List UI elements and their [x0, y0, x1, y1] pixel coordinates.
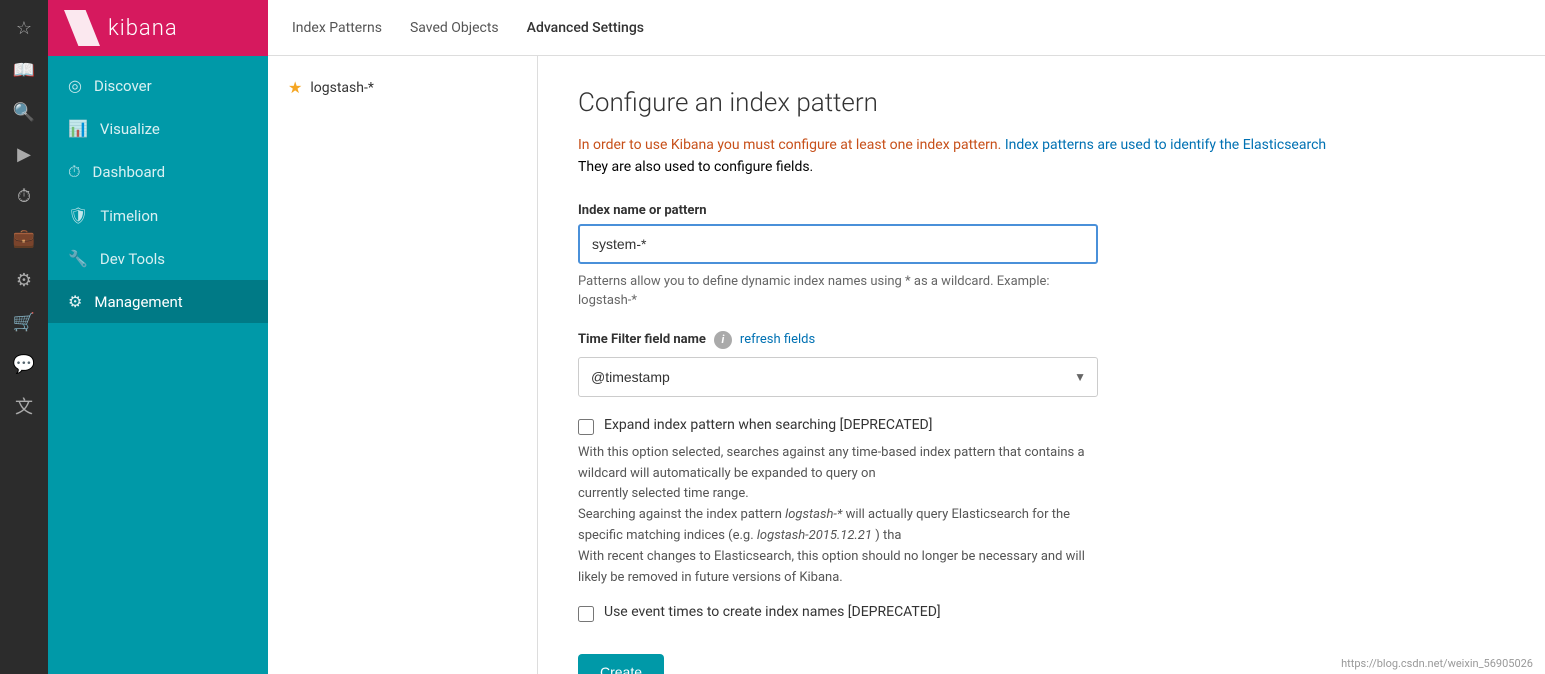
bottom-url: https://blog.csdn.net/weixin_56905026 — [1341, 657, 1533, 670]
index-name-group: Index name or pattern Patterns allow you… — [578, 203, 1098, 311]
expand-desc2: currently selected time range. — [578, 486, 749, 501]
chat-sidebar-icon[interactable]: 💬 — [4, 344, 44, 384]
sidebar-item-timelion[interactable]: 🛡 Timelion — [48, 194, 268, 237]
wildcard-help: Patterns allow you to define dynamic ind… — [578, 272, 1098, 311]
event-times-checkbox-group: Use event times to create index names [D… — [578, 604, 1098, 622]
sidebar-item-management[interactable]: ⚙ Management — [48, 280, 268, 323]
expand-checkbox[interactable] — [578, 419, 594, 435]
index-pattern-logstash[interactable]: ★ logstash-* — [268, 68, 537, 107]
index-name-input[interactable] — [578, 224, 1098, 264]
content-area: Index Patterns Saved Objects Advanced Se… — [268, 0, 1545, 674]
sidebar-item-visualize[interactable]: 📊 Visualize — [48, 107, 268, 150]
expand-italic2: logstash-2015.12.21 — [757, 528, 872, 543]
play-sidebar-icon[interactable]: ▶ — [4, 134, 44, 174]
expand-desc3: Searching against the index pattern — [578, 507, 785, 522]
translate-sidebar-icon[interactable]: 文 — [4, 386, 44, 426]
form-section: Index name or pattern Patterns allow you… — [578, 203, 1098, 674]
devtools-label: Dev Tools — [100, 250, 165, 268]
briefcase-sidebar-icon[interactable]: 💼 — [4, 218, 44, 258]
sidebar-logo: kibana — [48, 0, 268, 56]
refresh-fields-link[interactable]: refresh fields — [740, 332, 815, 347]
timelion-icon: 🛡 — [68, 206, 88, 225]
main-content: ★ logstash-* Configure an index pattern … — [268, 56, 1545, 674]
icon-sidebar: ☆ 📖 🔍 ▶ ⏱ 💼 ⚙ 🛒 💬 文 — [0, 0, 48, 674]
intro-text: In order to use Kibana you must configur… — [578, 134, 1478, 179]
info-icon[interactable]: i — [714, 331, 732, 349]
star-sidebar-icon[interactable]: ☆ — [4, 8, 44, 48]
timelion-label: Timelion — [100, 207, 158, 225]
sidebar-item-devtools[interactable]: 🔧 Dev Tools — [48, 237, 268, 280]
sidebar-nav: ◎ Discover 📊 Visualize ⏱ Dashboard 🛡 Tim… — [48, 56, 268, 323]
expand-desc4: With recent changes to Elasticsearch, th… — [578, 549, 1085, 585]
management-label: Management — [94, 293, 182, 311]
nav-saved-objects[interactable]: Saved Objects — [410, 16, 499, 40]
timestamp-select-wrapper: @timestamp ▼ — [578, 357, 1098, 397]
expand-desc1: With this option selected, searches agai… — [578, 445, 1085, 481]
sidebar-item-discover[interactable]: ◎ Discover — [48, 64, 268, 107]
event-times-checkbox-row: Use event times to create index names [D… — [578, 604, 1098, 622]
discover-label: Discover — [94, 77, 152, 95]
nav-index-patterns[interactable]: Index Patterns — [292, 16, 382, 40]
discover-icon: ◎ — [68, 76, 82, 95]
expand-checkbox-label[interactable]: Expand index pattern when searching [DEP… — [604, 417, 932, 433]
timestamp-select[interactable]: @timestamp — [578, 357, 1098, 397]
event-times-checkbox[interactable] — [578, 606, 594, 622]
visualize-label: Visualize — [100, 120, 160, 138]
expand-description: With this option selected, searches agai… — [578, 443, 1098, 589]
expand-desc3d: ) tha — [872, 528, 901, 543]
cart-sidebar-icon[interactable]: 🛒 — [4, 302, 44, 342]
dashboard-label: Dashboard — [92, 163, 165, 181]
intro-blue: Index patterns are used to identify the … — [1005, 137, 1326, 153]
index-pattern-label: logstash-* — [310, 80, 374, 96]
wildcard-help-text: Patterns allow you to define dynamic ind… — [578, 274, 1050, 309]
book-sidebar-icon[interactable]: 📖 — [4, 50, 44, 90]
visualize-icon: 📊 — [68, 119, 88, 138]
management-icon: ⚙ — [68, 292, 82, 311]
page-title: Configure an index pattern — [578, 88, 1505, 118]
time-filter-row: Time Filter field name i refresh fields — [578, 331, 1098, 349]
nav-advanced-settings[interactable]: Advanced Settings — [527, 16, 644, 40]
time-filter-group: Time Filter field name i refresh fields … — [578, 331, 1098, 397]
kibana-logo-shape — [64, 10, 100, 46]
left-panel: ★ logstash-* — [268, 56, 538, 674]
time-filter-label: Time Filter field name — [578, 332, 706, 347]
star-icon: ★ — [288, 78, 302, 97]
index-name-label: Index name or pattern — [578, 203, 1098, 218]
expand-checkbox-group: Expand index pattern when searching [DEP… — [578, 417, 1098, 589]
top-nav: Index Patterns Saved Objects Advanced Se… — [268, 0, 1545, 56]
search-sidebar-icon[interactable]: 🔍 — [4, 92, 44, 132]
right-panel: Configure an index pattern In order to u… — [538, 56, 1545, 674]
main-sidebar: kibana ◎ Discover 📊 Visualize ⏱ Dashboar… — [48, 0, 268, 674]
dashboard-icon: ⏱ — [68, 162, 80, 182]
clock-sidebar-icon[interactable]: ⏱ — [4, 176, 44, 216]
intro-blue2: They are also used to configure fields. — [578, 159, 813, 175]
create-button[interactable]: Create — [578, 654, 664, 674]
sidebar-item-dashboard[interactable]: ⏱ Dashboard — [48, 150, 268, 194]
devtools-icon: 🔧 — [68, 249, 88, 268]
expand-italic1: logstash-* — [785, 507, 842, 522]
expand-checkbox-row: Expand index pattern when searching [DEP… — [578, 417, 1098, 435]
intro-orange: In order to use Kibana you must configur… — [578, 137, 1001, 153]
kibana-logo-text: kibana — [108, 16, 178, 41]
gear-sidebar-icon[interactable]: ⚙ — [4, 260, 44, 300]
event-times-label[interactable]: Use event times to create index names [D… — [604, 604, 941, 620]
